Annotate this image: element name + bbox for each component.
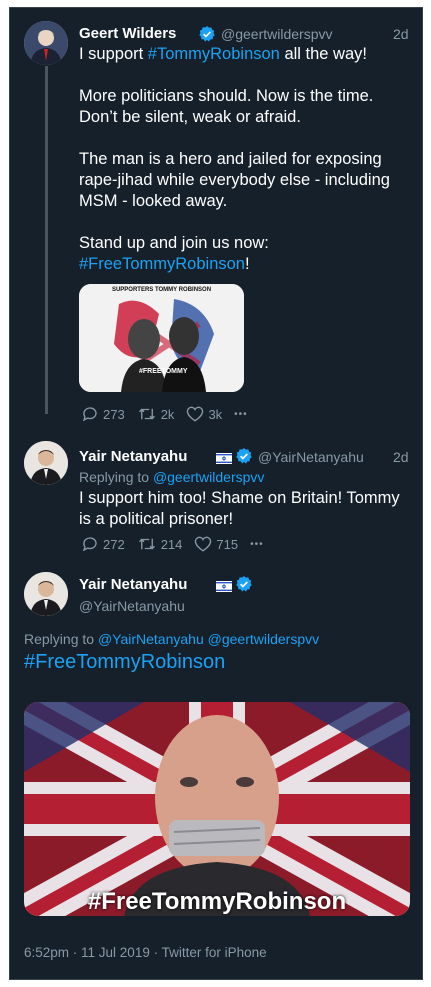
image-caption: #FREETOMMY (139, 368, 188, 375)
image-caption: #FreeTommyRobinson (87, 888, 347, 915)
tweet-timestamp-source[interactable]: 6:52pm · 11 Jul 2019 · Twitter for iPhon… (24, 945, 267, 960)
text-segment: I support (79, 45, 148, 63)
israel-flag-icon (216, 579, 232, 592)
tweet-thread: Geert Wilders @geertwilderspvv 2d I supp… (9, 7, 423, 980)
text-line: Don’t be silent, weak or afraid. (79, 108, 301, 126)
avatar-yair-netanyahu[interactable] (24, 441, 68, 485)
heart-icon (195, 536, 212, 552)
author-handle[interactable]: @geertwilderspvv (221, 26, 332, 42)
retweet-icon (138, 538, 155, 550)
tweet-actions: 272 214 715 ••• (81, 535, 276, 553)
hashtag-link[interactable]: #FreeTommyRobinson (24, 651, 225, 674)
tweet-media-image[interactable]: #FreeTommyRobinson (24, 702, 410, 916)
hashtag-link[interactable]: #TommyRobinson (148, 45, 280, 63)
verified-icon (235, 575, 253, 598)
author-handle[interactable]: @YairNetanyahu (258, 449, 364, 465)
tweet-body: I support #TommyRobinson all the way! Mo… (79, 44, 409, 275)
like-count: 3k (208, 406, 223, 422)
author-name[interactable]: Yair Netanyahu (79, 448, 187, 465)
tweet-actions: 273 2k 3k ••• (81, 405, 260, 423)
author-name[interactable]: Yair Netanyahu (79, 576, 187, 593)
like-button[interactable]: 3k (186, 405, 222, 423)
replying-label: Replying to (24, 631, 98, 647)
text-line: is a political prisoner! (79, 510, 234, 528)
reply-button[interactable]: 273 (81, 405, 125, 423)
retweet-icon (138, 408, 155, 420)
text-line: The man is a hero and jailed for exposin… (79, 150, 382, 168)
avatar-yair-netanyahu[interactable] (24, 572, 68, 616)
retweet-count: 2k (160, 406, 175, 422)
heart-icon (187, 406, 204, 422)
mention-link[interactable]: @geertwilderspvv (153, 469, 264, 485)
reply-icon (82, 537, 97, 552)
hashtag-link[interactable]: #FreeTommyRobinson (79, 255, 245, 273)
tweet-body: I support him too! Shame on Britain! Tom… (79, 488, 409, 530)
text-line: Stand up and join us now: (79, 234, 269, 252)
thread-connector (45, 66, 48, 414)
retweet-button[interactable]: 2k (137, 405, 175, 423)
reply-button[interactable]: 272 (81, 535, 125, 553)
reply-count: 272 (103, 536, 125, 552)
more-options-button[interactable]: ••• (250, 539, 264, 550)
author-name[interactable]: Geert Wilders (79, 25, 176, 42)
reply-icon (82, 407, 97, 422)
mention-link[interactable]: @geertwilderspvv (208, 631, 319, 647)
text-line: rape-jihad while everybody else - includ… (79, 171, 390, 189)
text-line: MSM - looked away. (79, 192, 228, 210)
author-handle[interactable]: @YairNetanyahu (79, 598, 185, 614)
reply-count: 273 (103, 406, 125, 422)
replying-label: Replying to (79, 469, 153, 485)
text-line: I support him too! Shame on Britain! Tom… (79, 489, 400, 507)
like-button[interactable]: 715 (194, 535, 238, 553)
tweet-time[interactable]: 2d (393, 449, 409, 465)
text-segment: all the way! (279, 45, 367, 63)
more-options-button[interactable]: ••• (234, 409, 248, 420)
replying-to: Replying to @YairNetanyahu @geertwilders… (24, 631, 319, 647)
tweet-media-image[interactable]: SUPPORTERS TOMMY ROBINSON #FREETOMMY (79, 284, 244, 392)
retweet-button[interactable]: 214 (137, 535, 183, 553)
like-count: 715 (216, 536, 239, 552)
text-segment: ! (244, 255, 250, 273)
avatar-geert-wilders[interactable] (24, 21, 68, 65)
tweet-time[interactable]: 2d (393, 26, 409, 42)
image-caption-top: SUPPORTERS TOMMY ROBINSON (111, 287, 212, 293)
verified-icon (235, 447, 253, 470)
text-line: More politicians should. Now is the time… (79, 87, 374, 105)
israel-flag-icon (216, 451, 232, 464)
retweet-count: 214 (160, 536, 183, 552)
mention-link[interactable]: @YairNetanyahu (98, 631, 204, 647)
replying-to: Replying to @geertwilderspvv (79, 469, 264, 485)
